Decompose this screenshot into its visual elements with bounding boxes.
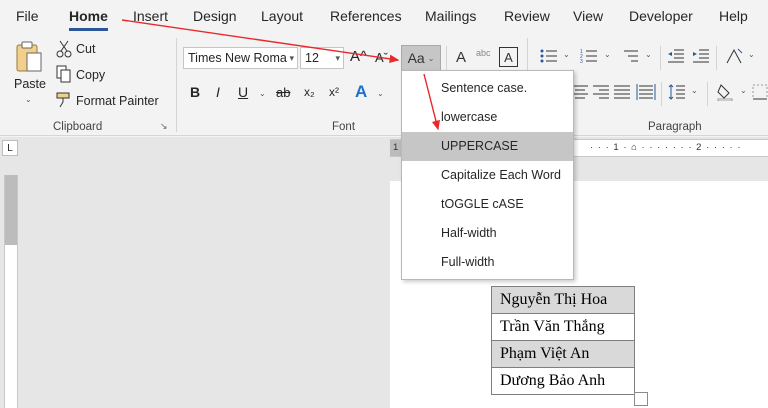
tab-insert[interactable]: Insert <box>133 8 168 24</box>
ruler-margin <box>5 175 17 245</box>
dialog-launcher-icon[interactable]: ↘ <box>160 121 168 132</box>
svg-text:3: 3 <box>580 59 583 64</box>
menu-item-lowercase[interactable]: lowercase <box>402 103 573 132</box>
shrink-font-button[interactable]: Aˇ <box>375 50 388 65</box>
paste-icon[interactable] <box>14 40 44 74</box>
table-row[interactable]: Trần Văn Thắng <box>491 313 635 341</box>
bullets-dropdown-caret[interactable]: ⌄ <box>563 50 570 59</box>
change-case-button[interactable]: Aa ⌄ <box>401 45 441 71</box>
font-group-label: Font <box>332 121 356 133</box>
table-row[interactable]: Nguyễn Thị Hoa <box>491 286 635 314</box>
phonetic-guide-button[interactable]: abc <box>476 48 491 58</box>
line-spacing-dropdown-caret[interactable]: ⌄ <box>691 86 698 95</box>
menu-item-uppercase[interactable]: UPPERCASE <box>402 132 573 161</box>
tab-selector[interactable]: L <box>2 140 18 156</box>
chevron-down-icon: ▾ <box>335 53 340 63</box>
font-family-value: Times New Roma <box>188 51 287 65</box>
font-family-box[interactable]: Times New Roma ▾ <box>183 47 298 69</box>
tab-file[interactable]: File <box>16 8 39 24</box>
borders-icon[interactable] <box>752 83 768 101</box>
ruler-ticks: · · · 1 · ⌂ · · · · · · · 2 · · · · · <box>590 142 742 153</box>
scissors-icon[interactable] <box>56 40 72 58</box>
multilevel-list-icon[interactable] <box>621 47 639 65</box>
menu-item-sentence-case[interactable]: Sentence case. <box>402 74 573 103</box>
paste-button[interactable]: Paste <box>14 77 46 91</box>
decrease-indent-icon[interactable] <box>667 47 685 65</box>
tab-layout[interactable]: Layout <box>261 8 303 24</box>
clear-formatting-icon[interactable]: A <box>451 46 471 68</box>
sort-icon[interactable] <box>724 46 744 66</box>
copy-button[interactable]: Copy <box>76 68 105 82</box>
font-size-value: 12 <box>305 51 319 65</box>
text-effects-dropdown-caret[interactable]: ⌄ <box>377 89 384 98</box>
separator <box>660 46 661 70</box>
shading-icon[interactable] <box>716 82 736 102</box>
table-cell[interactable]: Dương Bảo Anh <box>491 367 635 395</box>
chevron-down-icon: ▾ <box>289 53 294 63</box>
tab-view[interactable]: View <box>573 8 603 24</box>
ruler-mark: 1 <box>393 142 399 153</box>
clipboard-group-label: Clipboard <box>53 121 103 133</box>
multilevel-dropdown-caret[interactable]: ⌄ <box>645 50 652 59</box>
menu-item-full-width[interactable]: Full-width <box>402 248 573 277</box>
bullets-icon[interactable] <box>540 47 558 65</box>
menu-item-half-width[interactable]: Half-width <box>402 219 573 248</box>
table-cell[interactable]: Nguyễn Thị Hoa <box>491 286 635 314</box>
ribbon: Paste ⌄ Cut Copy Format Painter Clipboar… <box>0 34 768 136</box>
justify-icon[interactable] <box>613 83 631 101</box>
tab-references[interactable]: References <box>330 8 402 24</box>
tab-developer[interactable]: Developer <box>629 8 693 24</box>
numbering-dropdown-caret[interactable]: ⌄ <box>604 50 611 59</box>
tab-mailings[interactable]: Mailings <box>425 8 476 24</box>
cut-button[interactable]: Cut <box>76 42 95 56</box>
format-painter-button[interactable]: Format Painter <box>76 94 159 108</box>
subscript-button[interactable]: x₂ <box>304 85 315 99</box>
bold-button[interactable]: B <box>190 84 200 100</box>
tab-home[interactable]: Home <box>69 8 108 31</box>
table-row[interactable]: Dương Bảo Anh <box>491 367 635 395</box>
change-case-menu: Sentence case. lowercase UPPERCASE Capit… <box>401 70 574 280</box>
paragraph-group-label: Paragraph <box>648 121 702 133</box>
table-cell[interactable]: Phạm Việt An <box>491 340 635 368</box>
text-effects-button[interactable]: A <box>355 82 367 102</box>
line-spacing-icon[interactable] <box>668 83 686 101</box>
shading-dropdown-caret[interactable]: ⌄ <box>740 86 747 95</box>
tab-design[interactable]: Design <box>193 8 237 24</box>
separator <box>446 46 447 70</box>
tab-review[interactable]: Review <box>504 8 550 24</box>
separator <box>661 82 662 106</box>
sort-dropdown-caret[interactable]: ⌄ <box>748 50 755 59</box>
menu-item-toggle-case[interactable]: tOGGLE cASE <box>402 190 573 219</box>
font-size-box[interactable]: 12 ▾ <box>300 47 344 69</box>
underline-dropdown-caret[interactable]: ⌄ <box>259 89 266 98</box>
separator <box>716 46 717 70</box>
paste-dropdown-caret[interactable]: ⌄ <box>25 95 32 104</box>
numbering-icon[interactable]: 123 <box>580 47 598 65</box>
copy-icon[interactable] <box>56 65 72 83</box>
ribbon-tab-bar: File Home Insert Design Layout Reference… <box>0 0 768 34</box>
vertical-ruler[interactable] <box>4 175 18 408</box>
superscript-button[interactable]: x² <box>329 85 339 99</box>
character-border-button[interactable]: A <box>499 47 518 67</box>
change-case-label: Aa <box>407 50 425 66</box>
table-cell[interactable]: Trần Văn Thắng <box>491 313 635 341</box>
menu-item-capitalize-each-word[interactable]: Capitalize Each Word <box>402 161 573 190</box>
table-row[interactable]: Phạm Việt An <box>491 340 635 368</box>
table-resize-handle[interactable] <box>634 392 648 406</box>
align-right-icon[interactable] <box>592 83 610 101</box>
document-area: L 1 · · · 1 · ⌂ · · · · · · · 2 · · · · … <box>0 137 768 408</box>
grow-font-button[interactable]: A^ <box>350 48 367 65</box>
increase-indent-icon[interactable] <box>692 47 710 65</box>
format-painter-icon[interactable] <box>56 91 72 109</box>
separator <box>707 82 708 106</box>
chevron-down-icon: ⌄ <box>427 53 435 63</box>
names-table[interactable]: Nguyễn Thị Hoa Trần Văn Thắng Phạm Việt … <box>491 286 635 395</box>
strikethrough-button[interactable]: ab <box>276 85 290 100</box>
italic-button[interactable]: I <box>216 84 220 100</box>
distributed-icon[interactable] <box>636 82 656 102</box>
tab-help[interactable]: Help <box>719 8 748 24</box>
underline-button[interactable]: U <box>238 84 248 100</box>
group-separator <box>176 38 177 132</box>
